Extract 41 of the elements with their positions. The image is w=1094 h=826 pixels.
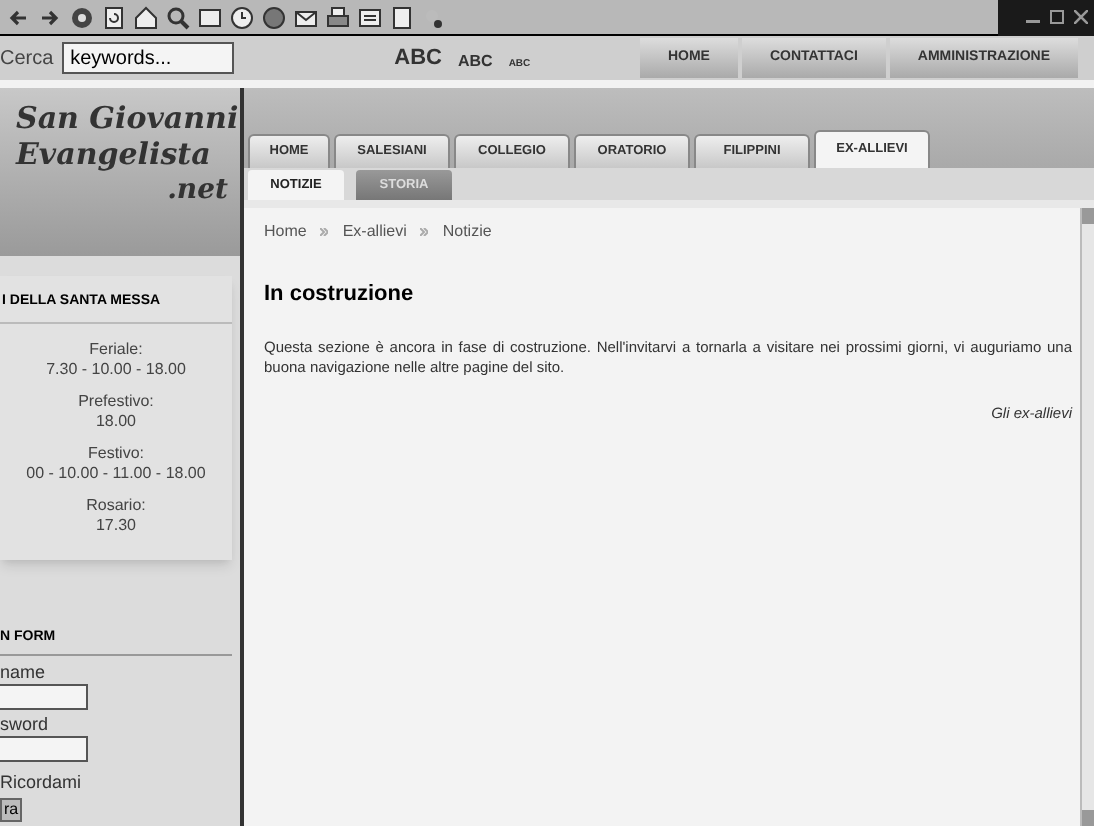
mail-icon[interactable]	[294, 5, 318, 29]
scrollbar[interactable]	[1080, 208, 1094, 826]
input-field[interactable]	[0, 736, 88, 762]
search-field[interactable]: keywords...	[62, 42, 235, 74]
home-icon[interactable]	[134, 5, 158, 29]
logo-text: .net	[167, 176, 230, 204]
forward-arrow-icon[interactable]	[38, 5, 62, 29]
login-button[interactable]: ra	[0, 797, 23, 821]
history-icon[interactable]	[230, 5, 254, 29]
close-icon[interactable]	[1074, 10, 1088, 24]
schedule-time: 18.00	[95, 411, 136, 431]
logo-text: Evangelista	[16, 140, 213, 170]
stop-icon[interactable]	[70, 5, 94, 29]
schedule-label: Festivo:	[87, 443, 144, 463]
schedule-label: Feriale:	[89, 339, 143, 359]
schedule-time: 17.30	[95, 515, 136, 535]
font-size-button[interactable]: ABC	[457, 53, 493, 69]
maximize-icon[interactable]	[1050, 10, 1064, 24]
separator-icon	[320, 228, 329, 236]
edit-icon[interactable]	[358, 5, 382, 29]
back-arrow-icon[interactable]	[6, 5, 30, 29]
breadcrumb-link[interactable]: Home	[264, 220, 307, 244]
schedule-label: Rosario:	[86, 495, 146, 515]
input-field[interactable]	[0, 684, 88, 710]
breadcrumb-link[interactable]: Ex-allievi	[342, 220, 407, 244]
logo-text: San Giovanni	[16, 104, 240, 134]
schedule-time: 00 - 10.00 - 11.00 - 18.00	[26, 463, 206, 483]
separator-icon	[420, 228, 429, 236]
font-size-button[interactable]: ABC	[394, 47, 442, 69]
refresh-icon[interactable]	[102, 5, 126, 29]
heading: In costruzione	[264, 280, 416, 310]
remember-label: Ricordami	[0, 770, 84, 796]
field-label: name	[0, 662, 48, 684]
field-label: sword	[0, 714, 51, 736]
search-label: Cerca	[0, 45, 56, 73]
search-icon[interactable]	[166, 5, 190, 29]
document-icon[interactable]	[390, 5, 414, 29]
schedule-label: Prefestivo:	[78, 391, 154, 411]
breadcrumb-link[interactable]: Notizie	[442, 220, 492, 244]
print-icon[interactable]	[326, 5, 350, 29]
schedule-time: 7.30 - 10.00 - 18.00	[46, 359, 186, 379]
